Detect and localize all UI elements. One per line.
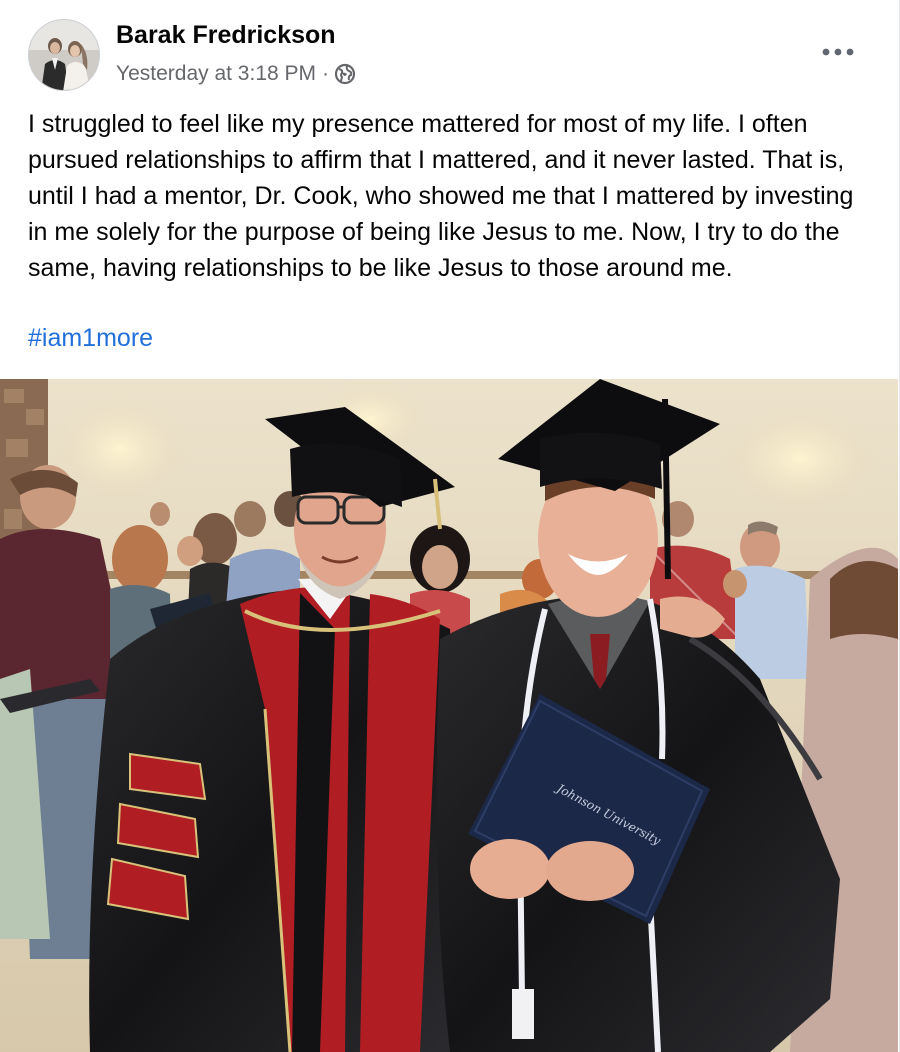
facebook-post: Barak Fredrickson Yesterday at 3:18 PM · (0, 0, 900, 1052)
author-name[interactable]: Barak Fredrickson (116, 21, 336, 50)
globe-icon[interactable] (334, 63, 356, 85)
author-avatar[interactable] (28, 19, 100, 91)
more-options-button[interactable] (810, 32, 866, 72)
avatar-photo (29, 20, 99, 90)
post-timestamp[interactable]: Yesterday at 3:18 PM (116, 62, 316, 86)
post-header: Barak Fredrickson Yesterday at 3:18 PM · (0, 0, 900, 100)
meta-separator: · (322, 62, 330, 85)
post-text: I struggled to feel like my presence mat… (28, 110, 854, 282)
post-meta: Yesterday at 3:18 PM · (116, 61, 356, 87)
hashtag-link[interactable]: #iam1more (28, 320, 153, 356)
post-photo[interactable]: Johnson University (0, 379, 898, 1052)
more-options-icon (822, 48, 854, 56)
post-body: I struggled to feel like my presence mat… (28, 106, 878, 286)
